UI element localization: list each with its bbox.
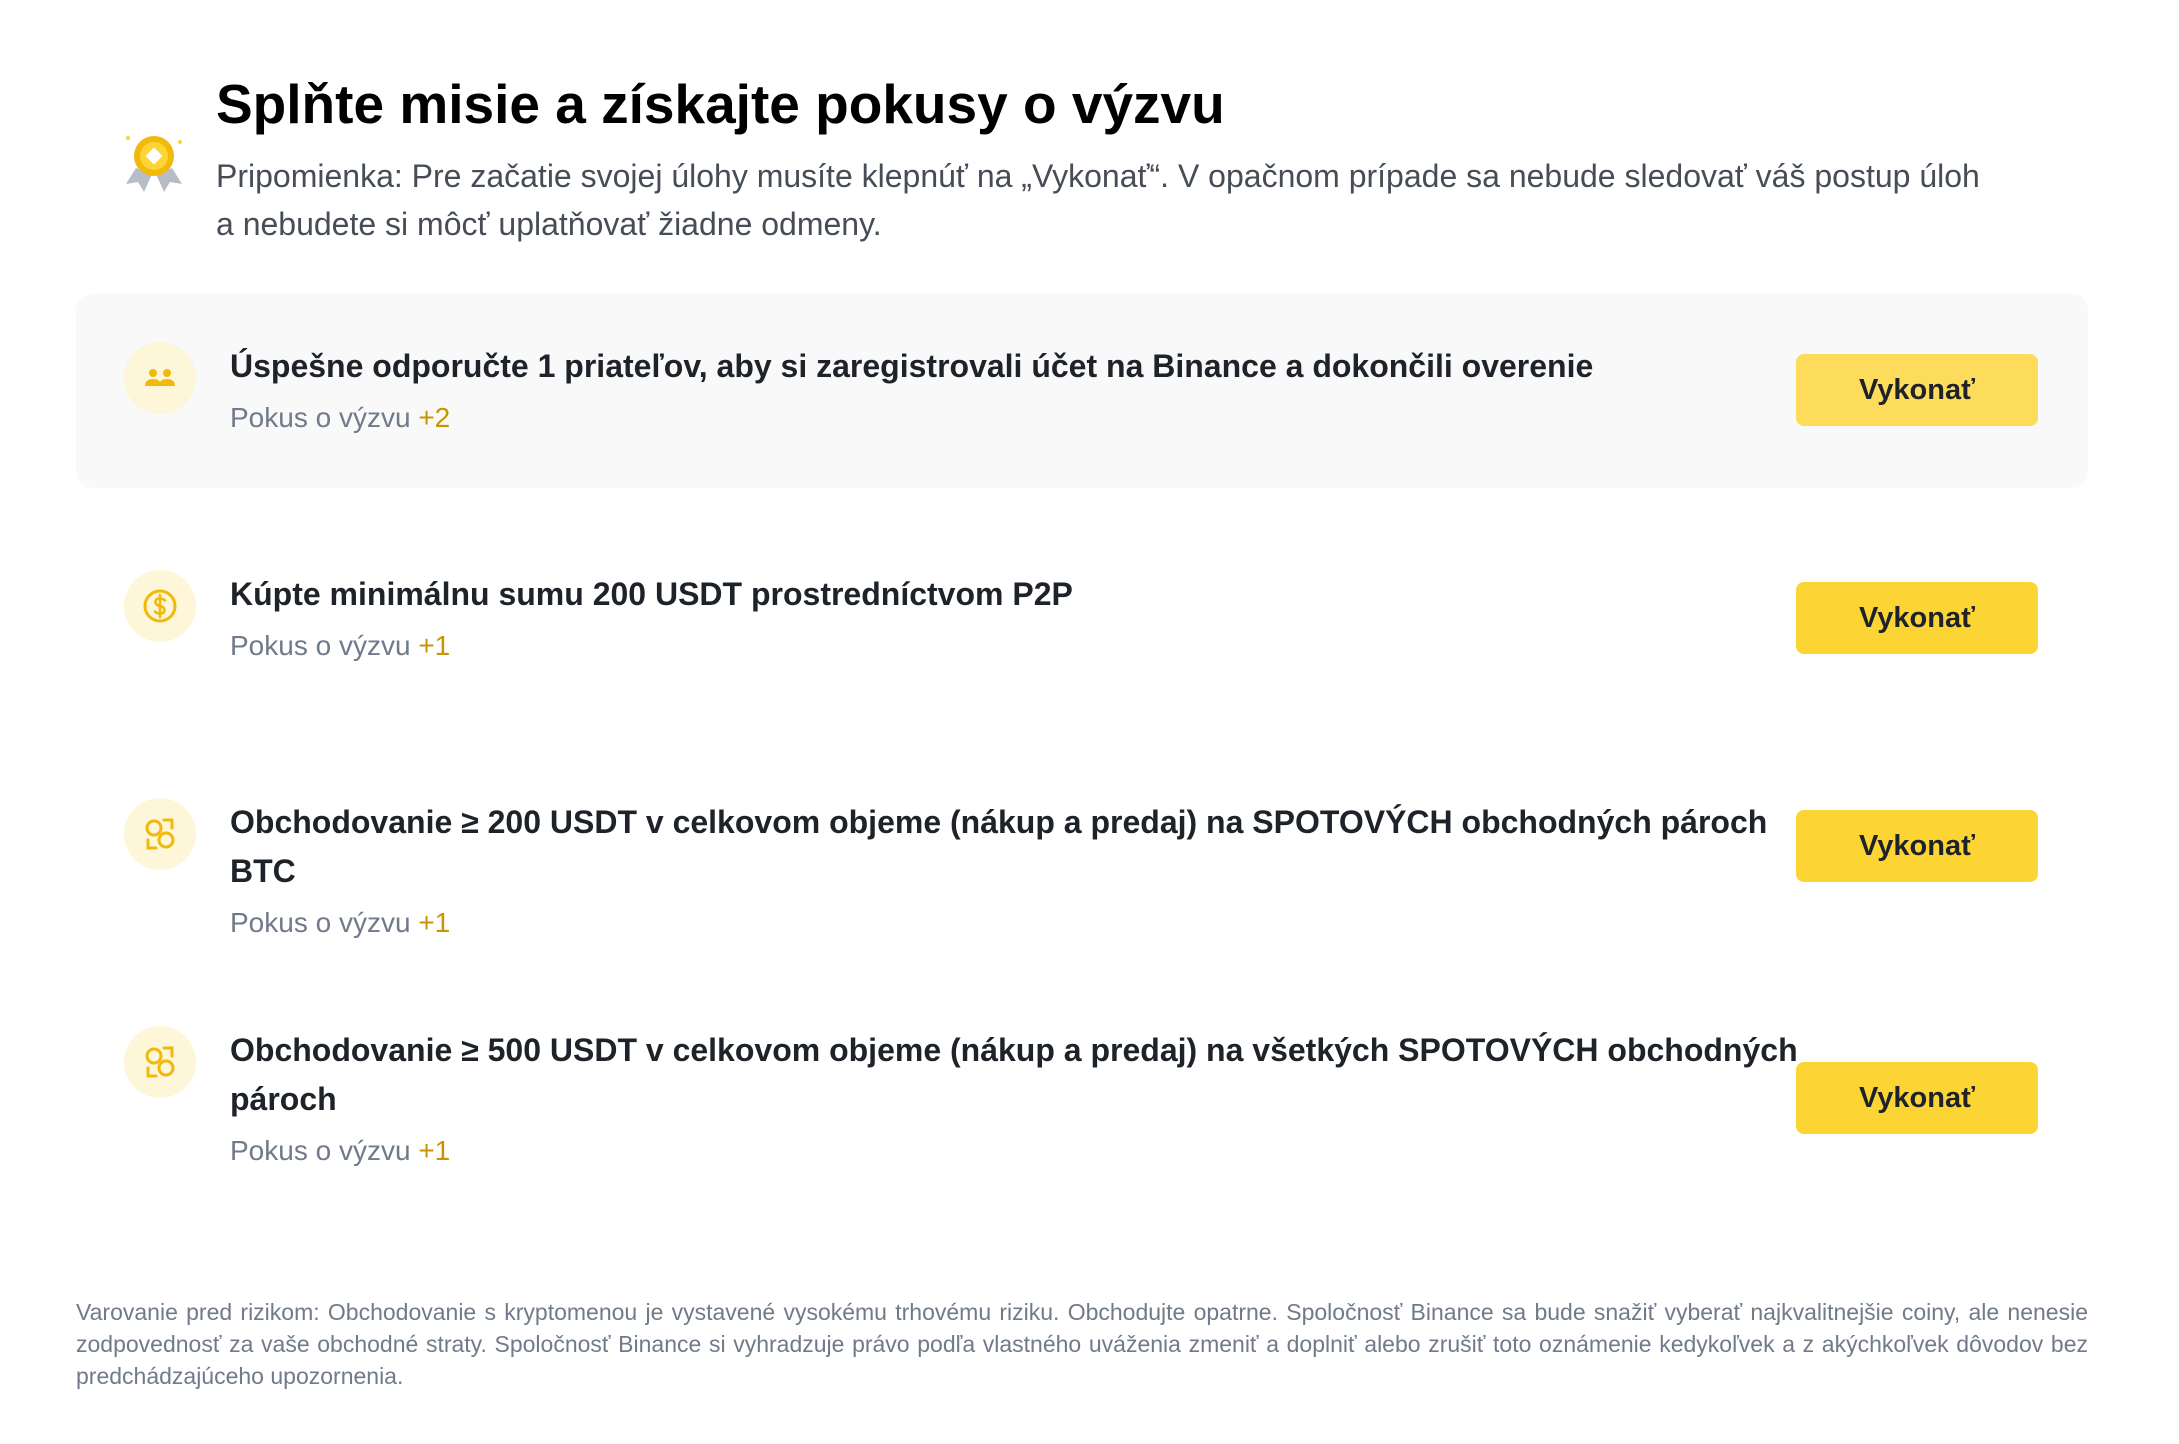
mission-title-line-2: pároch [230, 1081, 337, 1117]
mission-title: Obchodovanie ≥ 200 USDT v celkovom objem… [230, 804, 1768, 889]
perform-button[interactable]: Vykonať [1796, 354, 2038, 426]
reward-value: +2 [418, 402, 451, 433]
mission-title-line-1: Obchodovanie ≥ 500 USDT v celkovom objem… [230, 1032, 1798, 1068]
reminder-line-2: a nebudete si môcť uplatňovať žiadne odm… [216, 206, 882, 242]
perform-button[interactable]: Vykonať [1796, 810, 2038, 882]
mission-item-spot-btc-trade: Obchodovanie ≥ 200 USDT v celkovom objem… [76, 750, 2088, 944]
mission-body: Kúpte minimálnu sumu 200 USDT prostrední… [230, 570, 1830, 667]
mission-reward: Pokus o výzvu +1 [230, 902, 1830, 944]
reminder-text: Pripomienka: Pre začatie svojej úlohy mu… [216, 152, 2116, 248]
mission-item-spot-all-trade: Obchodovanie ≥ 500 USDT v celkovom objem… [76, 978, 2088, 1218]
trade-exchange-icon [124, 1026, 196, 1098]
header-text: Splňte misie a získajte pokusy o výzvu P… [216, 68, 2116, 248]
mission-title: Obchodovanie ≥ 500 USDT v celkovom objem… [230, 1026, 1830, 1124]
risk-warning: Varovanie pred rizikom: Obchodovanie s k… [76, 1299, 2088, 1389]
mission-body: Úspešne odporučte 1 priateľov, aby si za… [230, 342, 1830, 439]
medal-award-icon [122, 130, 186, 194]
mission-reward: Pokus o výzvu +2 [230, 397, 1830, 439]
mission-item-referral: Úspešne odporučte 1 priateľov, aby si za… [76, 294, 2088, 488]
reward-value: +1 [418, 1135, 451, 1166]
mission-reward: Pokus o výzvu +1 [230, 625, 1830, 667]
reward-value: +1 [418, 907, 451, 938]
referral-users-icon [124, 342, 196, 414]
reward-value: +1 [418, 630, 451, 661]
mission-body: Obchodovanie ≥ 500 USDT v celkovom objem… [230, 1026, 1830, 1172]
reward-label: Pokus o výzvu [230, 402, 411, 433]
reward-label: Pokus o výzvu [230, 1135, 411, 1166]
mission-title: Kúpte minimálnu sumu 200 USDT prostrední… [230, 576, 1073, 612]
dollar-coin-icon [124, 570, 196, 642]
reward-label: Pokus o výzvu [230, 630, 411, 661]
perform-button[interactable]: Vykonať [1796, 582, 2038, 654]
mission-title: Úspešne odporučte 1 priateľov, aby si za… [230, 348, 1594, 384]
reminder-line-1: Pripomienka: Pre začatie svojej úlohy mu… [216, 158, 1980, 194]
perform-button[interactable]: Vykonať [1796, 1062, 2038, 1134]
trade-exchange-icon [124, 798, 196, 870]
mission-reward: Pokus o výzvu +1 [230, 1130, 1830, 1172]
page-title: Splňte misie a získajte pokusy o výzvu [216, 73, 1225, 135]
mission-body: Obchodovanie ≥ 200 USDT v celkovom objem… [230, 798, 1830, 944]
reward-label: Pokus o výzvu [230, 907, 411, 938]
mission-item-p2p-buy: Kúpte minimálnu sumu 200 USDT prostrední… [76, 522, 2088, 716]
